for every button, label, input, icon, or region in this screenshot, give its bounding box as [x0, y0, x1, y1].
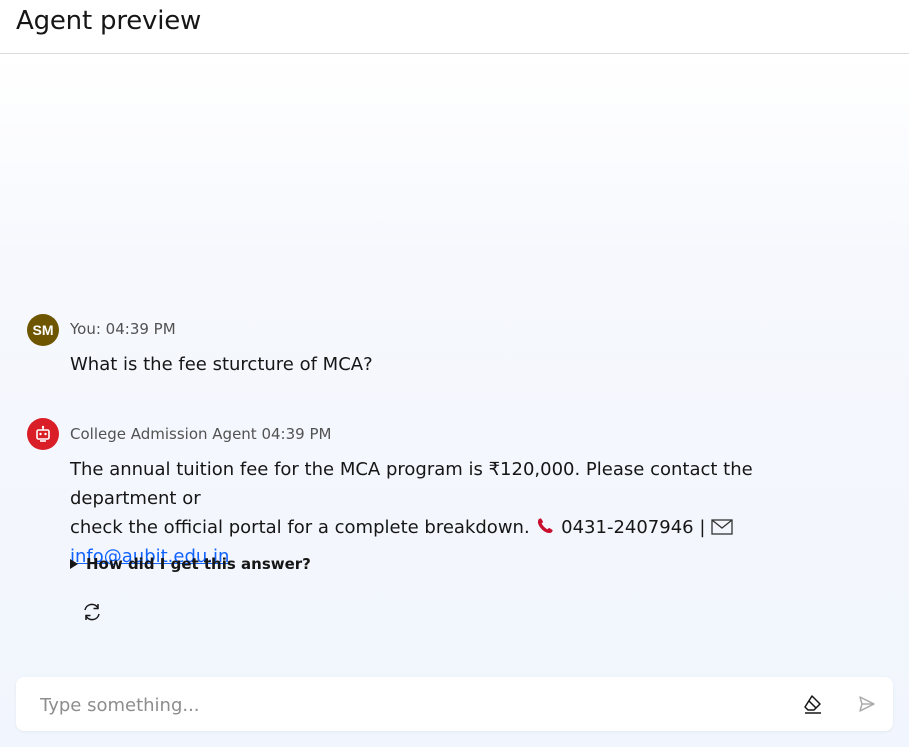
- agent-text-line-2: check the official portal for a complete…: [70, 513, 860, 542]
- refresh-icon: [84, 603, 100, 621]
- user-message-text: What is the fee sturcture of MCA?: [70, 354, 373, 375]
- chat-area: SM You: 04:39 PM What is the fee sturctu…: [0, 55, 909, 747]
- phone-icon: [538, 518, 554, 534]
- send-icon: [859, 696, 875, 712]
- header: Agent preview: [0, 0, 909, 54]
- mail-icon: [711, 519, 733, 535]
- regenerate-button[interactable]: [78, 598, 106, 626]
- page-title: Agent preview: [16, 6, 202, 36]
- agent-avatar: [27, 418, 59, 450]
- robot-icon: [36, 425, 50, 442]
- agent-text-line-1: The annual tuition fee for the MCA progr…: [70, 459, 753, 509]
- eraser-icon: [804, 695, 821, 714]
- agent-message-meta: College Admission Agent 04:39 PM: [70, 425, 332, 443]
- message-composer: [16, 677, 893, 733]
- user-message-meta: You: 04:39 PM: [70, 320, 176, 338]
- phone-number: 0431-2407946 |: [561, 517, 706, 538]
- answer-explanation-toggle[interactable]: How did I get this answer?: [70, 555, 311, 573]
- message-input[interactable]: [38, 677, 782, 733]
- send-button[interactable]: [855, 692, 879, 716]
- agent-text-line-2-content: check the official portal for a complete…: [70, 517, 530, 538]
- disclosure-triangle-icon: [70, 559, 78, 569]
- agent-message-text: The annual tuition fee for the MCA progr…: [70, 455, 860, 571]
- clear-button[interactable]: [801, 692, 825, 716]
- user-avatar: SM: [27, 314, 59, 346]
- answer-explanation-label: How did I get this answer?: [86, 555, 311, 573]
